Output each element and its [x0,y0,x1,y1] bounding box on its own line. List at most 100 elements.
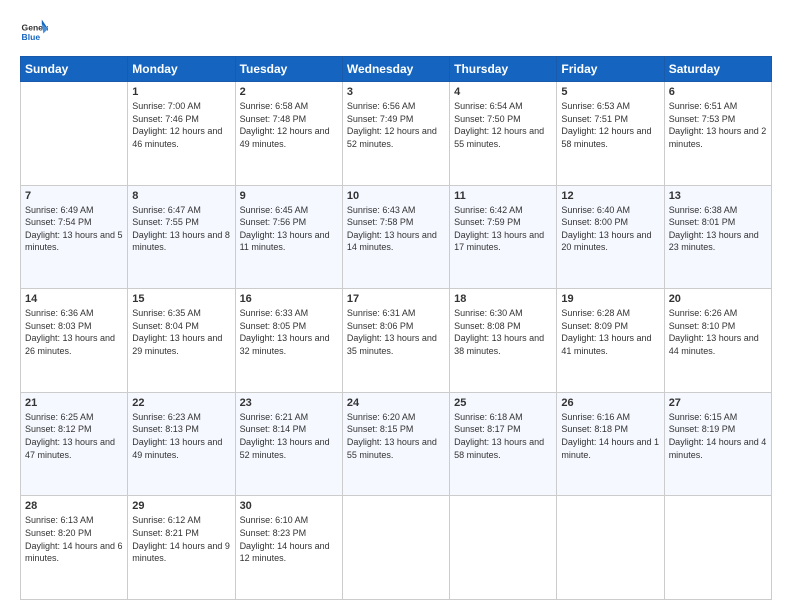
sunset-text: Sunset: 8:00 PM [561,217,628,227]
day-info: Sunrise: 6:30 AM Sunset: 8:08 PM Dayligh… [454,307,552,357]
day-number: 18 [454,293,552,305]
sunrise-text: Sunrise: 6:12 AM [132,515,201,525]
sunrise-text: Sunrise: 6:54 AM [454,101,523,111]
daylight-text: Daylight: 14 hours and 1 minute. [561,437,659,460]
day-number: 26 [561,397,659,409]
calendar-cell: 30 Sunrise: 6:10 AM Sunset: 8:23 PM Dayl… [235,496,342,600]
sunset-text: Sunset: 8:08 PM [454,321,521,331]
day-number: 1 [132,86,230,98]
calendar-cell: 27 Sunrise: 6:15 AM Sunset: 8:19 PM Dayl… [664,392,771,496]
calendar-cell: 28 Sunrise: 6:13 AM Sunset: 8:20 PM Dayl… [21,496,128,600]
day-number: 29 [132,500,230,512]
day-number: 3 [347,86,445,98]
calendar-week-row: 7 Sunrise: 6:49 AM Sunset: 7:54 PM Dayli… [21,185,772,289]
logo-icon: General Blue [20,18,48,46]
sunset-text: Sunset: 8:10 PM [669,321,736,331]
sunset-text: Sunset: 7:50 PM [454,114,521,124]
calendar-cell: 6 Sunrise: 6:51 AM Sunset: 7:53 PM Dayli… [664,82,771,186]
sunrise-text: Sunrise: 6:42 AM [454,205,523,215]
daylight-text: Daylight: 12 hours and 46 minutes. [132,126,222,149]
sunrise-text: Sunrise: 6:10 AM [240,515,309,525]
calendar-cell: 7 Sunrise: 6:49 AM Sunset: 7:54 PM Dayli… [21,185,128,289]
day-number: 25 [454,397,552,409]
day-number: 5 [561,86,659,98]
sunrise-text: Sunrise: 6:45 AM [240,205,309,215]
page: General Blue SundayMondayTuesdayWednesda… [0,0,792,612]
sunset-text: Sunset: 7:59 PM [454,217,521,227]
day-number: 28 [25,500,123,512]
daylight-text: Daylight: 13 hours and 5 minutes. [25,230,123,253]
day-number: 6 [669,86,767,98]
day-info: Sunrise: 6:45 AM Sunset: 7:56 PM Dayligh… [240,204,338,254]
day-of-week-header: Friday [557,57,664,82]
calendar-header-row: SundayMondayTuesdayWednesdayThursdayFrid… [21,57,772,82]
sunset-text: Sunset: 8:21 PM [132,528,199,538]
sunset-text: Sunset: 8:09 PM [561,321,628,331]
day-of-week-header: Sunday [21,57,128,82]
day-number: 27 [669,397,767,409]
calendar-cell: 19 Sunrise: 6:28 AM Sunset: 8:09 PM Dayl… [557,289,664,393]
daylight-text: Daylight: 13 hours and 23 minutes. [669,230,759,253]
calendar-cell: 23 Sunrise: 6:21 AM Sunset: 8:14 PM Dayl… [235,392,342,496]
calendar-cell: 20 Sunrise: 6:26 AM Sunset: 8:10 PM Dayl… [664,289,771,393]
sunset-text: Sunset: 8:01 PM [669,217,736,227]
calendar-cell: 24 Sunrise: 6:20 AM Sunset: 8:15 PM Dayl… [342,392,449,496]
day-info: Sunrise: 6:25 AM Sunset: 8:12 PM Dayligh… [25,411,123,461]
calendar-cell: 1 Sunrise: 7:00 AM Sunset: 7:46 PM Dayli… [128,82,235,186]
daylight-text: Daylight: 13 hours and 55 minutes. [347,437,437,460]
daylight-text: Daylight: 12 hours and 55 minutes. [454,126,544,149]
daylight-text: Daylight: 14 hours and 9 minutes. [132,541,230,564]
sunset-text: Sunset: 8:03 PM [25,321,92,331]
sunrise-text: Sunrise: 6:49 AM [25,205,94,215]
day-number: 30 [240,500,338,512]
sunrise-text: Sunrise: 6:31 AM [347,308,416,318]
day-number: 19 [561,293,659,305]
calendar-week-row: 14 Sunrise: 6:36 AM Sunset: 8:03 PM Dayl… [21,289,772,393]
calendar-cell: 29 Sunrise: 6:12 AM Sunset: 8:21 PM Dayl… [128,496,235,600]
sunset-text: Sunset: 7:51 PM [561,114,628,124]
sunrise-text: Sunrise: 6:47 AM [132,205,201,215]
day-number: 8 [132,190,230,202]
sunrise-text: Sunrise: 6:16 AM [561,412,630,422]
daylight-text: Daylight: 13 hours and 41 minutes. [561,333,651,356]
calendar-cell: 2 Sunrise: 6:58 AM Sunset: 7:48 PM Dayli… [235,82,342,186]
sunset-text: Sunset: 8:23 PM [240,528,307,538]
sunrise-text: Sunrise: 6:58 AM [240,101,309,111]
daylight-text: Daylight: 13 hours and 44 minutes. [669,333,759,356]
day-info: Sunrise: 6:42 AM Sunset: 7:59 PM Dayligh… [454,204,552,254]
daylight-text: Daylight: 13 hours and 47 minutes. [25,437,115,460]
daylight-text: Daylight: 13 hours and 38 minutes. [454,333,544,356]
day-info: Sunrise: 6:12 AM Sunset: 8:21 PM Dayligh… [132,514,230,564]
daylight-text: Daylight: 13 hours and 49 minutes. [132,437,222,460]
sunset-text: Sunset: 8:12 PM [25,424,92,434]
daylight-text: Daylight: 13 hours and 14 minutes. [347,230,437,253]
day-of-week-header: Wednesday [342,57,449,82]
day-number: 14 [25,293,123,305]
calendar-cell: 4 Sunrise: 6:54 AM Sunset: 7:50 PM Dayli… [450,82,557,186]
calendar-cell: 25 Sunrise: 6:18 AM Sunset: 8:17 PM Dayl… [450,392,557,496]
daylight-text: Daylight: 13 hours and 20 minutes. [561,230,651,253]
calendar-cell: 22 Sunrise: 6:23 AM Sunset: 8:13 PM Dayl… [128,392,235,496]
day-of-week-header: Thursday [450,57,557,82]
daylight-text: Daylight: 12 hours and 52 minutes. [347,126,437,149]
calendar-cell: 21 Sunrise: 6:25 AM Sunset: 8:12 PM Dayl… [21,392,128,496]
sunset-text: Sunset: 7:46 PM [132,114,199,124]
day-number: 23 [240,397,338,409]
calendar-cell [450,496,557,600]
sunrise-text: Sunrise: 6:26 AM [669,308,738,318]
day-info: Sunrise: 6:10 AM Sunset: 8:23 PM Dayligh… [240,514,338,564]
calendar-cell: 5 Sunrise: 6:53 AM Sunset: 7:51 PM Dayli… [557,82,664,186]
sunset-text: Sunset: 7:49 PM [347,114,414,124]
day-info: Sunrise: 7:00 AM Sunset: 7:46 PM Dayligh… [132,100,230,150]
sunset-text: Sunset: 7:53 PM [669,114,736,124]
sunset-text: Sunset: 8:05 PM [240,321,307,331]
calendar-cell [342,496,449,600]
daylight-text: Daylight: 13 hours and 29 minutes. [132,333,222,356]
day-number: 12 [561,190,659,202]
sunset-text: Sunset: 8:04 PM [132,321,199,331]
daylight-text: Daylight: 14 hours and 6 minutes. [25,541,123,564]
calendar-cell: 11 Sunrise: 6:42 AM Sunset: 7:59 PM Dayl… [450,185,557,289]
calendar-table: SundayMondayTuesdayWednesdayThursdayFrid… [20,56,772,600]
day-number: 21 [25,397,123,409]
sunrise-text: Sunrise: 6:23 AM [132,412,201,422]
